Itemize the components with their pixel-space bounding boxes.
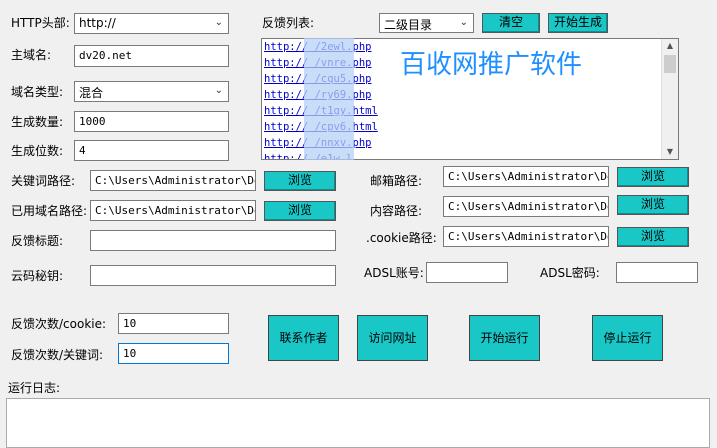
watermark-text: 百收网推广软件 (400, 50, 583, 80)
main-domain-label: 主域名: (11, 48, 52, 62)
contact-author-button[interactable]: 联系作者 (268, 315, 339, 361)
adsl-password-label: ADSL密码: (540, 266, 600, 280)
chevron-down-icon: ⌄ (214, 17, 223, 28)
scroll-up-icon[interactable]: ▲ (662, 39, 678, 53)
content-path-input[interactable]: C:\Users\Administrator\Desk (443, 196, 609, 217)
gen-count-label: 生成数量: (11, 115, 64, 129)
gen-digits-input[interactable]: 4 (74, 140, 229, 161)
start-run-button[interactable]: 开始运行 (469, 315, 540, 361)
adsl-password-input[interactable] (616, 262, 698, 283)
used-domain-browse-button[interactable]: 浏览 (264, 201, 336, 221)
feedback-title-input[interactable] (90, 230, 336, 251)
scroll-down-icon[interactable]: ▼ (662, 145, 678, 159)
feedback-per-keyword-input[interactable]: 10 (118, 343, 229, 364)
keyword-browse-button[interactable]: 浏览 (264, 171, 336, 191)
directory-level-value: 二级目录 (384, 18, 433, 32)
content-path-label: 内容路径: (370, 204, 423, 218)
redaction-overlay (304, 38, 354, 160)
stop-run-button[interactable]: 停止运行 (592, 315, 663, 361)
adsl-account-label: ADSL账号: (364, 266, 424, 280)
feedback-list-label: 反馈列表: (262, 16, 315, 30)
visit-website-button[interactable]: 访问网址 (357, 315, 428, 361)
http-header-select[interactable]: http:// ⌄ (74, 13, 229, 34)
chevron-down-icon: ⌄ (214, 85, 223, 96)
http-header-value: http:// (79, 16, 116, 30)
email-browse-button[interactable]: 浏览 (617, 167, 689, 187)
domain-type-value: 混合 (79, 86, 104, 100)
email-path-input[interactable]: C:\Users\Administrator\Desk (443, 166, 609, 187)
feedback-per-keyword-label: 反馈次数/关键词: (11, 348, 104, 362)
clear-button[interactable]: 清空 (482, 13, 540, 33)
run-log-textarea[interactable] (6, 398, 710, 448)
feedback-per-cookie-input[interactable]: 10 (118, 313, 229, 334)
cookie-path-input[interactable]: C:\Users\Administrator\Desk (443, 226, 609, 247)
keyword-path-input[interactable]: C:\Users\Administrator\Desk (90, 170, 256, 191)
main-domain-input[interactable]: dv20.net (74, 45, 229, 67)
start-generate-button[interactable]: 开始生成 (548, 13, 608, 33)
feedback-per-cookie-label: 反馈次数/cookie: (11, 317, 107, 331)
keyword-path-label: 关键词路径: (11, 174, 76, 188)
http-header-label: HTTP头部: (11, 16, 70, 30)
domain-type-label: 域名类型: (11, 85, 64, 99)
gen-digits-label: 生成位数: (11, 144, 64, 158)
content-browse-button[interactable]: 浏览 (617, 195, 689, 215)
directory-level-select[interactable]: 二级目录 ⌄ (379, 13, 474, 33)
used-domain-path-label: 已用域名路径: (11, 204, 88, 218)
cloud-key-input[interactable] (90, 265, 336, 286)
gen-count-input[interactable]: 1000 (74, 111, 229, 132)
email-path-label: 邮箱路径: (370, 174, 423, 188)
chevron-down-icon: ⌄ (459, 17, 468, 28)
listbox-scrollbar[interactable]: ▲ ▼ (661, 39, 678, 159)
domain-type-select[interactable]: 混合 ⌄ (74, 81, 229, 102)
adsl-account-input[interactable] (426, 262, 508, 283)
cookie-browse-button[interactable]: 浏览 (617, 227, 689, 247)
cookie-path-label: .cookie路径: (366, 231, 437, 245)
cloud-key-label: 云码秘钥: (11, 269, 64, 283)
run-log-label: 运行日志: (8, 381, 61, 395)
feedback-title-label: 反馈标题: (11, 234, 64, 248)
used-domain-path-input[interactable]: C:\Users\Administrator\Desk (90, 200, 256, 221)
scroll-thumb[interactable] (664, 55, 676, 73)
